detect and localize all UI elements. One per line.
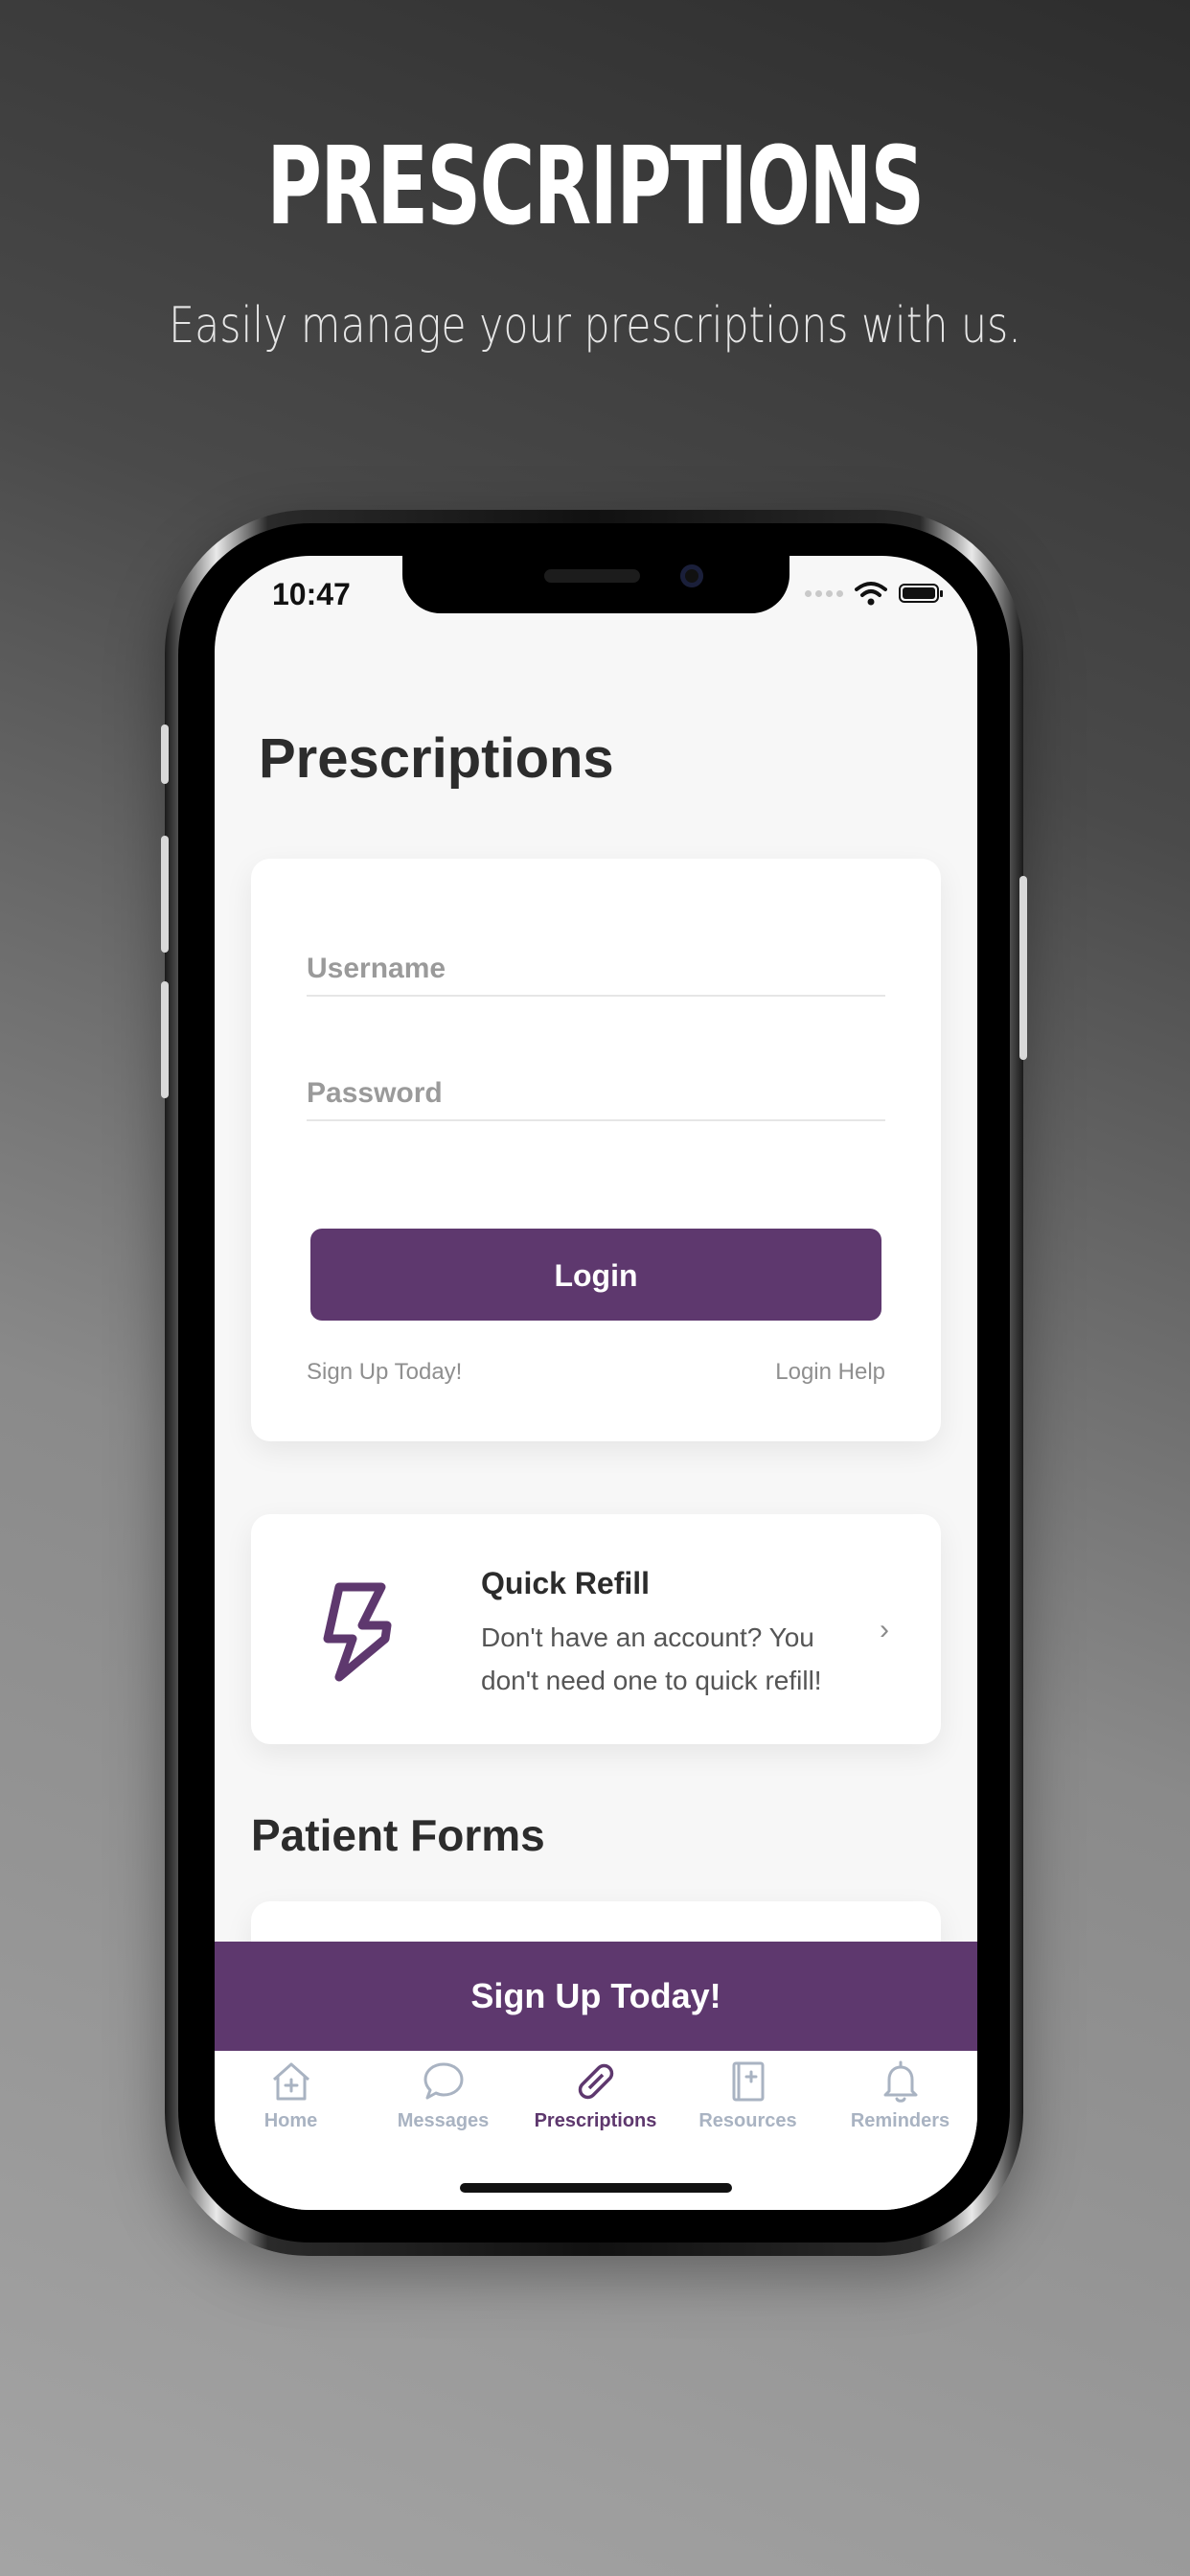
quick-refill-description: Don't have an account? You don't need on… <box>481 1622 822 1695</box>
login-button[interactable]: Login <box>310 1229 881 1321</box>
phone-volume-up <box>161 836 169 953</box>
tab-home[interactable]: Home <box>215 2058 367 2132</box>
tab-label: Messages <box>397 2110 490 2131</box>
pill-icon <box>578 2063 613 2100</box>
signup-link[interactable]: Sign Up Today! <box>307 1359 462 1386</box>
wifi-icon <box>855 582 887 606</box>
phone-volume-down <box>161 981 169 1098</box>
signal-icon <box>805 589 843 597</box>
tab-label: Reminders <box>850 2110 950 2131</box>
tab-label: Home <box>263 2110 318 2131</box>
password-input[interactable] <box>307 1077 885 1110</box>
book-icon <box>732 2061 764 2102</box>
chevron-right-icon: › <box>880 1614 889 1645</box>
login-help-link[interactable]: Login Help <box>775 1359 885 1386</box>
bell-icon <box>883 2060 917 2103</box>
tab-label: Prescriptions <box>534 2110 657 2131</box>
quick-refill-title: Quick Refill <box>481 1566 651 1600</box>
password-field-wrap <box>307 1035 885 1121</box>
speaker <box>544 569 640 583</box>
camera <box>680 564 703 587</box>
login-card: Login Sign Up Today! Login Help <box>251 859 941 1441</box>
tab-bar: Home Messages Prescriptions Resources Re… <box>215 2051 977 2210</box>
tab-reminders[interactable]: Reminders <box>824 2058 976 2132</box>
tab-messages[interactable]: Messages <box>367 2058 519 2132</box>
chat-bubble-icon <box>423 2062 463 2100</box>
battery-icon <box>899 584 943 603</box>
signup-today-button[interactable]: Sign Up Today! <box>215 1942 977 2051</box>
hero-title: PRESCRIPTIONS <box>266 125 925 249</box>
status-time: 10:47 <box>272 577 351 611</box>
tab-resources[interactable]: Resources <box>672 2058 824 2132</box>
phone-silent-switch <box>161 724 169 784</box>
quick-refill-card[interactable]: Quick Refill Don't have an account? You … <box>251 1514 941 1744</box>
phone-screen: 10:47 Prescriptions Login Sign Up Today!… <box>215 556 977 2210</box>
tab-prescriptions[interactable]: Prescriptions <box>519 2058 672 2132</box>
phone-power-button <box>1019 876 1027 1060</box>
username-input[interactable] <box>307 953 885 985</box>
notch <box>402 556 790 613</box>
home-indicator <box>460 2183 732 2193</box>
patient-forms-title: Patient Forms <box>251 1810 545 1860</box>
status-icons <box>805 581 943 606</box>
home-icon <box>272 2062 309 2101</box>
username-field-wrap <box>307 910 885 997</box>
hero-subtitle: Easily manage your prescriptions with us… <box>169 297 1021 355</box>
page-title: Prescriptions <box>259 727 614 790</box>
lightning-bolt-icon <box>323 1582 392 1682</box>
tab-label: Resources <box>698 2110 797 2131</box>
